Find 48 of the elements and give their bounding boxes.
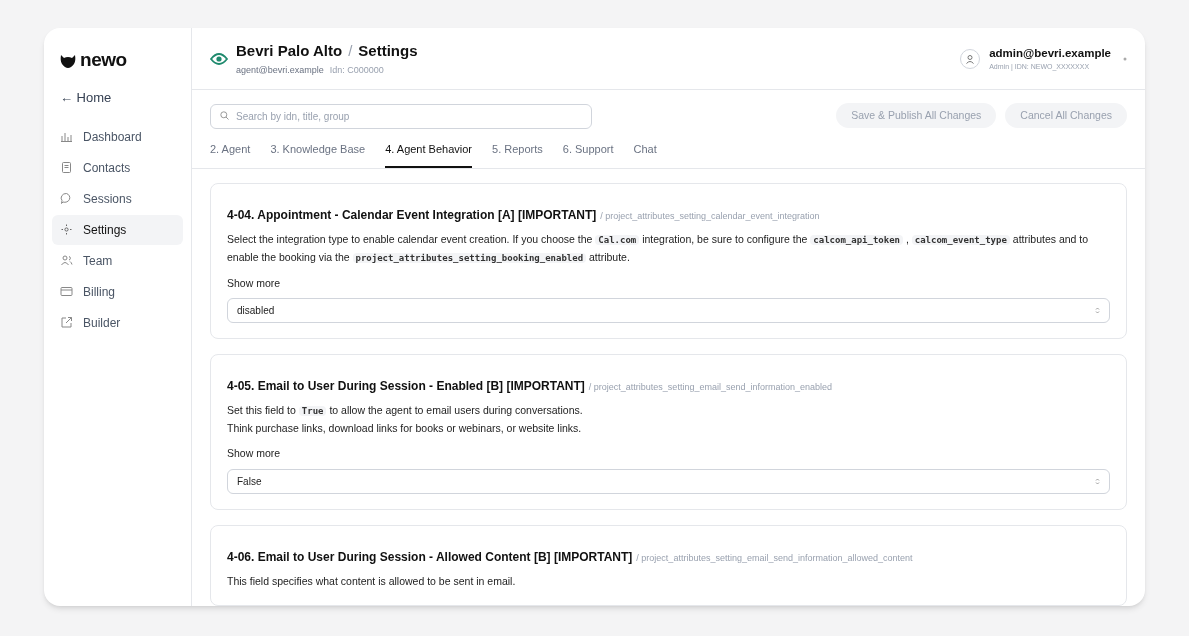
chevron-updown-icon <box>1095 307 1100 315</box>
setting-title: 4-05. Email to User During Session - Enabled [B] [IMPORTANT] <box>227 378 585 396</box>
bar-chart-icon <box>60 130 73 143</box>
tab[interactable]: 6. Support <box>562 141 614 168</box>
people-icon <box>60 254 73 267</box>
sidebar-item[interactable]: Contacts <box>52 152 183 183</box>
setting-description: Think purchase links, download links for books or webinars, or website links. <box>227 421 583 437</box>
logo-text: newo <box>80 47 127 72</box>
tab[interactable]: 2. Agent <box>210 141 251 168</box>
eye-icon <box>210 51 228 66</box>
tab[interactable]: 4. Agent Behavior <box>385 141 472 168</box>
agent-email: agent@bevri.example <box>236 64 324 77</box>
select-field[interactable]: disabled <box>227 298 1110 324</box>
sidebar-item[interactable]: Settings <box>52 214 183 245</box>
show-more-link[interactable]: Show more <box>227 446 281 462</box>
search-icon <box>220 111 229 120</box>
chevron-updown-icon <box>1095 478 1100 485</box>
show-more-link[interactable]: Show more <box>227 275 281 292</box>
home-link[interactable]: ← Home <box>60 88 112 108</box>
sidebar-item[interactable]: Dashboard <box>52 121 183 152</box>
setting-idn: / project_attributes_setting_email_send_information_allowed_content <box>636 552 913 565</box>
setting-description: Select the integration type to enable calendar event creation. If you choose the Cal.com integration, be sure to configure the calcom_api_token , calcom_event_type attributes and to enable the booking via the project_attributes_setting_booking_enabled attribute. <box>227 231 1090 265</box>
tab[interactable]: 5. Reports <box>492 141 543 168</box>
document-icon <box>60 161 73 174</box>
breadcrumb-separator: / <box>348 40 353 61</box>
sidebar-item[interactable]: Builder <box>52 307 183 338</box>
tab[interactable]: Chat <box>633 141 657 168</box>
agent-idn: Idn: C000000 <box>329 64 384 77</box>
settings-icon <box>60 223 73 236</box>
setting-idn: / project_attributes_setting_email_send_information_enabled <box>588 381 832 395</box>
setting-idn: / project_attributes_setting_calendar_event_integration <box>600 209 820 223</box>
setting-title: 4-04. Appointment - Calendar Event Integration [A] [IMPORTANT] <box>227 206 597 224</box>
setting-description: This field specifies what content is allowed to be sent in email. <box>227 574 517 589</box>
credit-card-icon <box>60 285 73 298</box>
project-title: Bevri Palo Alto <box>236 40 343 61</box>
sidebar-item[interactable]: Team <box>52 245 183 276</box>
page-title: Settings <box>358 40 418 61</box>
chat-bubble-icon <box>60 192 73 205</box>
user-email: admin@bevri.example <box>989 45 1111 61</box>
setting-title: 4-06. Email to User During Session - Allowed Content [B] [IMPORTANT] <box>227 549 633 566</box>
select-field[interactable]: False <box>227 469 1110 494</box>
logo-icon <box>60 52 76 68</box>
external-link-icon <box>60 316 73 329</box>
tab[interactable]: 3. Knowledge Base <box>270 141 366 168</box>
sidebar-item[interactable]: Sessions <box>52 183 183 214</box>
sidebar-item[interactable]: Billing <box>52 276 183 307</box>
setting-description: Set this field to True to allow the agent to email users during conversations. <box>227 403 584 419</box>
search-field[interactable]: Search by idn, title, group <box>210 104 592 129</box>
